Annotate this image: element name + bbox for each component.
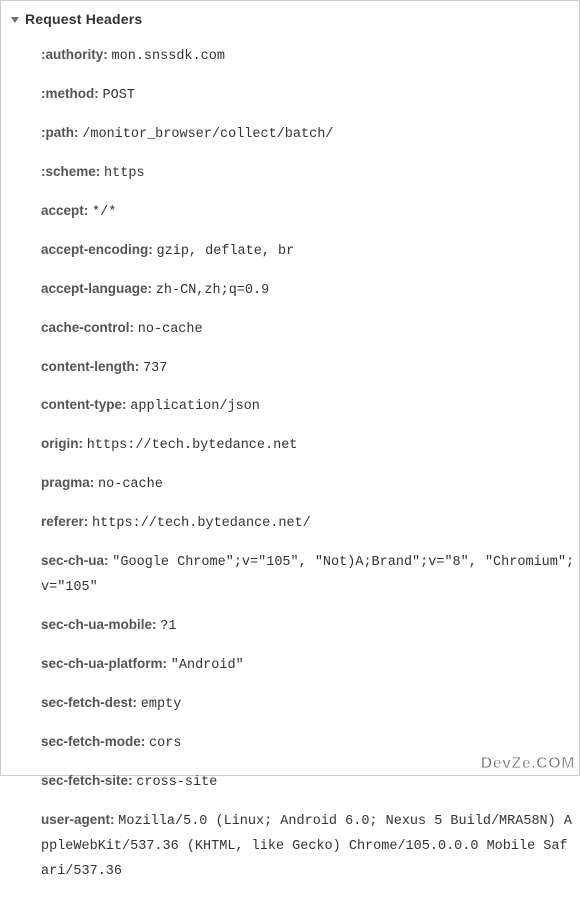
header-value: Mozilla/5.0 (Linux; Android 6.0; Nexus 5… <box>41 814 572 879</box>
header-value: application/json <box>130 399 260 414</box>
header-value: */* <box>92 205 116 220</box>
header-value: gzip, deflate, br <box>157 244 295 259</box>
header-value: "Google Chrome";v="105", "Not)A;Brand";v… <box>41 555 574 595</box>
header-value: /monitor_browser/collect/batch/ <box>82 127 333 142</box>
header-row: sec-fetch-dest: empty <box>41 685 575 724</box>
header-value: no-cache <box>98 477 163 492</box>
header-row: sec-fetch-site: cross-site <box>41 763 575 802</box>
header-value: https://tech.bytedance.net <box>87 438 298 453</box>
header-name: content-length: <box>41 359 139 374</box>
header-name: accept-language: <box>41 281 152 296</box>
header-value: https://tech.bytedance.net/ <box>92 516 311 531</box>
header-row: :method: POST <box>41 76 575 115</box>
header-name: user-agent: <box>41 812 115 827</box>
header-row: :scheme: https <box>41 154 575 193</box>
header-row: user-agent: Mozilla/5.0 (Linux; Android … <box>41 802 575 891</box>
header-row: origin: https://tech.bytedance.net <box>41 426 575 465</box>
header-name: sec-ch-ua-mobile: <box>41 617 157 632</box>
header-value: cross-site <box>136 775 217 790</box>
header-name: accept: <box>41 203 88 218</box>
header-row: pragma: no-cache <box>41 465 575 504</box>
section-title: Request Headers <box>25 11 142 27</box>
header-name: sec-ch-ua-platform: <box>41 656 167 671</box>
header-name: sec-fetch-dest: <box>41 695 137 710</box>
header-row: accept-encoding: gzip, deflate, br <box>41 232 575 271</box>
header-name: sec-ch-ua: <box>41 553 109 568</box>
header-value: ?1 <box>160 619 176 634</box>
header-row: content-type: application/json <box>41 387 575 426</box>
header-row: referer: https://tech.bytedance.net/ <box>41 504 575 543</box>
header-name: sec-fetch-site: <box>41 773 133 788</box>
header-row: sec-ch-ua-mobile: ?1 <box>41 607 575 646</box>
header-value: zh-CN,zh;q=0.9 <box>156 283 269 298</box>
header-name: :method: <box>41 86 99 101</box>
headers-list: :authority: mon.snssdk.com:method: POST:… <box>5 31 575 891</box>
header-row: accept: */* <box>41 193 575 232</box>
header-value: mon.snssdk.com <box>112 49 225 64</box>
header-row: :path: /monitor_browser/collect/batch/ <box>41 115 575 154</box>
header-name: origin: <box>41 436 83 451</box>
header-value: empty <box>141 697 182 712</box>
disclosure-triangle-icon <box>11 17 19 23</box>
header-name: pragma: <box>41 475 94 490</box>
header-name: :scheme: <box>41 164 100 179</box>
headers-panel: Request Headers :authority: mon.snssdk.c… <box>1 1 579 897</box>
header-value: https <box>104 166 145 181</box>
header-name: :path: <box>41 125 79 140</box>
header-name: accept-encoding: <box>41 242 153 257</box>
header-row: cache-control: no-cache <box>41 310 575 349</box>
header-value: POST <box>103 88 135 103</box>
request-headers-toggle[interactable]: Request Headers <box>5 7 575 31</box>
header-name: referer: <box>41 514 88 529</box>
header-name: cache-control: <box>41 320 134 335</box>
header-name: content-type: <box>41 397 127 412</box>
header-row: content-length: 737 <box>41 349 575 388</box>
header-name: :authority: <box>41 47 108 62</box>
header-value: 737 <box>143 361 167 376</box>
header-row: sec-ch-ua: "Google Chrome";v="105", "Not… <box>41 543 575 607</box>
header-row: accept-language: zh-CN,zh;q=0.9 <box>41 271 575 310</box>
header-value: no-cache <box>138 322 203 337</box>
header-value: cors <box>149 736 181 751</box>
header-name: sec-fetch-mode: <box>41 734 145 749</box>
header-row: sec-fetch-mode: cors <box>41 724 575 763</box>
header-value: "Android" <box>171 658 244 673</box>
header-row: :authority: mon.snssdk.com <box>41 37 575 76</box>
header-row: sec-ch-ua-platform: "Android" <box>41 646 575 685</box>
